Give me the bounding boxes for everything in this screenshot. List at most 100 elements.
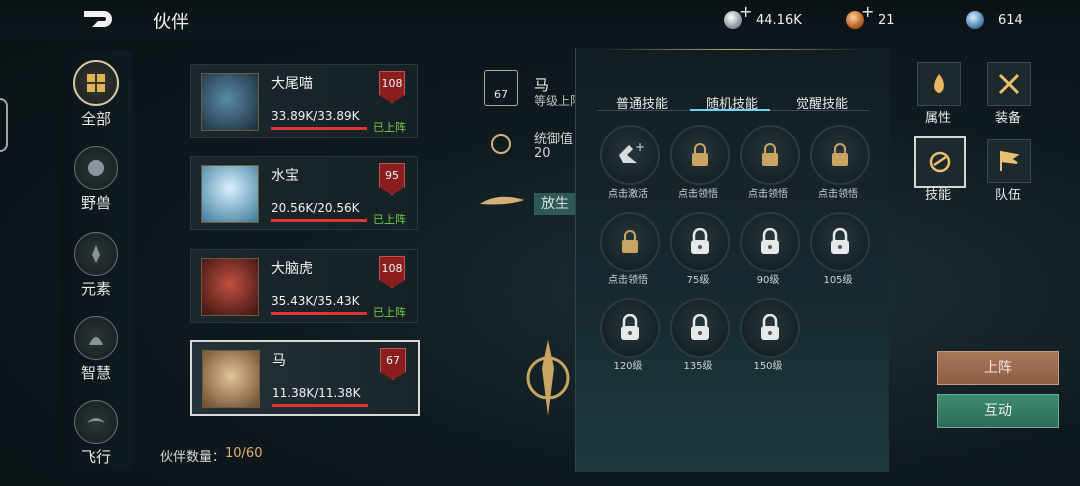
category-label: 元素 xyxy=(80,280,111,298)
equipment-button[interactable] xyxy=(987,62,1031,106)
companion-card[interactable]: 大尾喵 33.89K/33.89K 已上阵 108 xyxy=(190,64,418,138)
skill-slot-label: 120级 xyxy=(613,361,643,372)
hp-bar xyxy=(271,219,367,222)
defense-label: 统御值 xyxy=(534,132,574,147)
crystal-value: 614 xyxy=(998,12,1023,28)
skill-slot[interactable] xyxy=(740,125,800,185)
skill-slot-label: 点击领悟 xyxy=(748,189,788,200)
category-beast[interactable]: 野兽 xyxy=(60,146,132,213)
category-label: 智慧 xyxy=(80,364,111,382)
skill-slot[interactable]: + xyxy=(600,125,660,185)
skills-label: 技能 xyxy=(924,188,951,203)
skill-slot[interactable] xyxy=(810,125,870,185)
category-all[interactable]: 全部 xyxy=(60,60,132,129)
companion-hp: 20.56K/20.56K xyxy=(271,201,360,215)
skill-slot-label: 点击领悟 xyxy=(678,189,718,200)
category-elemental[interactable]: 元素 xyxy=(60,232,132,299)
level-badge: 108 xyxy=(379,71,405,103)
companion-name: 水宝 xyxy=(271,168,299,184)
skill-slot[interactable] xyxy=(600,212,660,272)
edge-handle[interactable] xyxy=(0,98,8,152)
interact-button[interactable]: 互动 xyxy=(937,394,1059,428)
level-badge: 67 xyxy=(380,348,406,380)
companion-card-selected[interactable]: 马 11.38K/11.38K 67 xyxy=(190,340,420,416)
release-button[interactable]: 放生 xyxy=(534,193,576,215)
hp-bar xyxy=(271,127,367,130)
flag-icon xyxy=(1000,151,1020,171)
panel-top-ornament xyxy=(600,49,864,50)
crossed-swords-icon xyxy=(998,73,1020,95)
grid-icon xyxy=(73,60,119,106)
svg-text:+: + xyxy=(635,141,645,154)
rank-emblem-icon xyxy=(520,338,576,418)
team-button[interactable] xyxy=(987,139,1031,183)
wisdom-icon xyxy=(74,316,118,360)
silver-lock-icon xyxy=(831,228,849,254)
skill-slot[interactable] xyxy=(670,212,730,272)
silver-value: 44.16K xyxy=(756,12,802,28)
skill-slot[interactable] xyxy=(670,125,730,185)
companion-hp: 33.89K/33.89K xyxy=(271,109,360,123)
skill-slot-label: 135级 xyxy=(683,361,713,372)
level-badge: 108 xyxy=(379,256,405,288)
hp-bar xyxy=(271,312,367,315)
resource-crystal[interactable]: 614 xyxy=(966,9,1023,31)
level-badge: 95 xyxy=(379,163,405,195)
companion-card[interactable]: 大脑虎 35.43K/35.43K 已上阵 108 xyxy=(190,249,418,323)
companion-portrait xyxy=(202,350,260,408)
flying-icon xyxy=(74,400,118,444)
skill-slot-label: 点击领悟 xyxy=(608,275,648,286)
deployed-status: 已上阵 xyxy=(373,121,406,134)
category-wisdom[interactable]: 智慧 xyxy=(60,316,132,383)
team-label: 队伍 xyxy=(994,188,1021,203)
category-label: 飞行 xyxy=(80,448,111,466)
laurel-icon xyxy=(486,130,516,158)
skill-slot[interactable] xyxy=(670,298,730,358)
flame-icon xyxy=(934,74,944,93)
companion-count-label: 伙伴数量： xyxy=(160,450,226,465)
companion-portrait xyxy=(201,73,259,131)
skill-slot-label: 点击激活 xyxy=(608,189,648,200)
skill-slot[interactable] xyxy=(810,212,870,272)
silver-coin-icon: + xyxy=(724,2,752,29)
skills-button[interactable] xyxy=(914,136,966,188)
bronze-value: 21 xyxy=(878,12,895,28)
attributes-button[interactable] xyxy=(917,62,961,106)
skill-slot[interactable] xyxy=(600,298,660,358)
active-tab-indicator xyxy=(690,109,770,111)
silver-lock-icon xyxy=(761,228,779,254)
deployed-status: 已上阵 xyxy=(373,213,406,226)
silver-lock-icon xyxy=(691,228,709,254)
skill-slot-label: 点击领悟 xyxy=(818,189,858,200)
companion-name: 大尾喵 xyxy=(271,76,313,92)
deploy-button[interactable]: 上阵 xyxy=(937,351,1059,385)
silver-lock-icon xyxy=(691,314,709,340)
skill-slot[interactable] xyxy=(740,212,800,272)
silver-lock-icon xyxy=(621,314,639,340)
deployed-status: 已上阵 xyxy=(373,306,406,319)
companion-hp: 35.43K/35.43K xyxy=(271,294,360,308)
skill-slot-label: 150级 xyxy=(753,361,783,372)
page-title: 伙伴 xyxy=(153,12,189,33)
gold-lock-icon xyxy=(622,230,638,253)
equipment-label: 装备 xyxy=(994,111,1021,126)
category-sidebar: 全部 野兽 元素 智慧 飞行 xyxy=(60,50,132,470)
category-flying[interactable]: 飞行 xyxy=(60,400,132,467)
skill-slot[interactable] xyxy=(740,298,800,358)
wolf-emblem-icon xyxy=(478,192,526,214)
resource-bronze[interactable]: + 21 xyxy=(846,2,895,31)
resource-silver[interactable]: + 44.16K xyxy=(724,2,802,31)
companion-name: 马 xyxy=(272,353,286,369)
beast-icon xyxy=(74,146,118,190)
bronze-coin-icon: + xyxy=(846,2,874,29)
gold-lock-icon xyxy=(832,143,848,166)
attributes-label: 属性 xyxy=(924,111,951,126)
companion-card[interactable]: 水宝 20.56K/20.56K 已上阵 95 xyxy=(190,156,418,230)
category-label: 全部 xyxy=(80,110,111,128)
activate-skill-icon: + xyxy=(619,141,645,163)
detail-level-emblem: 67 xyxy=(484,70,518,106)
companion-portrait xyxy=(201,165,259,223)
companion-name: 大脑虎 xyxy=(271,261,313,277)
defense-value: 20 xyxy=(534,146,551,161)
back-arrow-icon[interactable] xyxy=(82,6,116,32)
